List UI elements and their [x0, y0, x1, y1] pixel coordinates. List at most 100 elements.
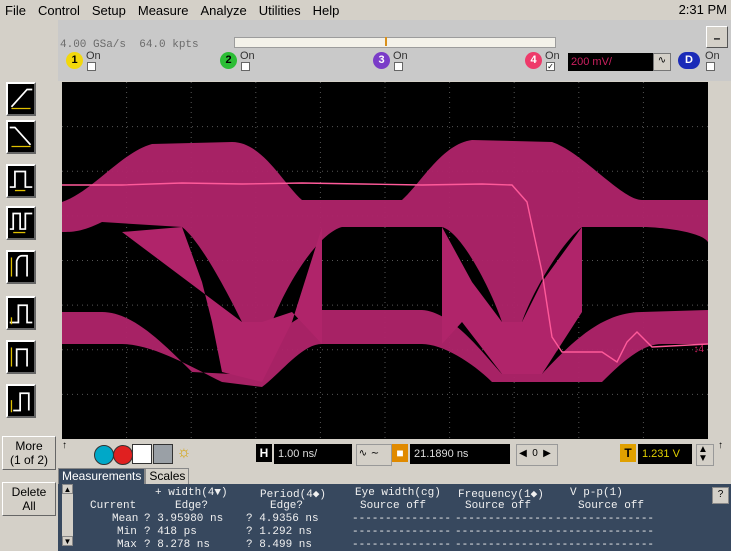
- more-button[interactable]: More (1 of 2): [2, 436, 56, 470]
- rise-time-icon[interactable]: [6, 82, 36, 116]
- position-stepper[interactable]: ◀ 0 ▶: [516, 444, 558, 466]
- fine-icon[interactable]: ∿: [357, 445, 369, 465]
- mean-vpp: ---------------: [555, 513, 655, 525]
- min-period: ? 1.292 ns: [246, 526, 313, 538]
- marker-up-icon[interactable]: ↑: [62, 440, 67, 451]
- timebase-bar: ↑ ☼ H 1.00 ns/ ∿ ∼ ■ 21.1890 ns ◀ 0 ▶ T 1.2…: [58, 440, 731, 468]
- max-period: ? 8.499 ns: [246, 539, 313, 551]
- channel-3-state: On: [393, 50, 408, 62]
- subheader-vpp: Source off: [578, 500, 645, 512]
- channel-3-checkbox[interactable]: [394, 62, 403, 71]
- pulse-base-icon[interactable]: [6, 296, 36, 330]
- coarse-icon[interactable]: ∼: [369, 445, 381, 465]
- trigger-level-stepper[interactable]: ▲ ▼: [696, 444, 714, 466]
- scale-adjust[interactable]: ∿ ∼: [356, 444, 392, 466]
- menu-bar: File Control Setup Measure Analyze Utili…: [0, 0, 731, 21]
- menu-measure[interactable]: Measure: [132, 3, 195, 18]
- waveform-display[interactable]: ↕4: [62, 82, 709, 439]
- measurement-tabs: Measurements Scales: [58, 468, 190, 484]
- eye-diagram: [62, 82, 709, 439]
- digital-checkbox[interactable]: [706, 62, 715, 71]
- subheader-frequency: Source off: [465, 500, 532, 512]
- header-vpp: V p-p(1): [570, 487, 623, 499]
- trigger-position-icon: ■: [392, 444, 408, 462]
- header-frequency: Frequency(1◆): [458, 489, 544, 501]
- subheader-plus-width: Edge?: [175, 500, 209, 512]
- scroll-up-arrow[interactable]: ▲: [62, 484, 73, 494]
- menu-control[interactable]: Control: [32, 3, 86, 18]
- more-sub-label: (1 of 2): [9, 453, 48, 467]
- channel-4-checkbox[interactable]: ✓: [546, 62, 555, 71]
- row-label-max: Max: [117, 539, 137, 551]
- tab-measurements[interactable]: Measurements: [58, 468, 146, 484]
- pulse-top-icon[interactable]: [6, 340, 36, 374]
- scroll-down-arrow[interactable]: ▼: [62, 536, 73, 546]
- positive-width-icon[interactable]: [6, 164, 36, 198]
- channel-2-checkbox[interactable]: [241, 62, 250, 71]
- mean-eye-width: ---------------: [352, 513, 452, 525]
- row-label-mean: Mean: [112, 513, 139, 525]
- menu-file[interactable]: File: [0, 3, 32, 18]
- tab-scales[interactable]: Scales: [145, 468, 190, 484]
- mean-period: ? 4.9356 ns: [246, 513, 319, 525]
- channel-1-icon: 1: [66, 52, 83, 69]
- minimize-button[interactable]: –: [706, 26, 728, 48]
- coupling-icon[interactable]: ∿: [653, 53, 671, 71]
- run-button-icon[interactable]: [94, 445, 114, 465]
- graticule: [62, 82, 708, 439]
- header-plus-width: + width(4▼): [155, 487, 228, 499]
- measurement-toolbar: More (1 of 2) Delete All: [0, 20, 58, 551]
- header-period: Period(4◆): [260, 489, 327, 501]
- channel-4-icon: 4: [525, 52, 542, 69]
- menu-utilities[interactable]: Utilities: [253, 3, 307, 18]
- autoscale-icon[interactable]: ☼: [174, 444, 194, 464]
- single-button-icon[interactable]: [132, 444, 152, 464]
- horizontal-scale-field[interactable]: 1.00 ns/: [274, 444, 352, 464]
- subheader-eye-width: Source off: [360, 500, 427, 512]
- channel-1-checkbox[interactable]: [87, 62, 96, 71]
- max-frequency: ---------------: [455, 539, 555, 551]
- channel-1-state: On: [86, 50, 101, 62]
- eye-trace-band-bottom: [62, 310, 708, 387]
- trigger-down-arrow[interactable]: ▼: [697, 454, 709, 464]
- horizontal-position-bar[interactable]: [234, 37, 556, 48]
- channel-3-icon: 3: [373, 52, 390, 69]
- fall-time-icon[interactable]: [6, 120, 36, 154]
- more-label: More: [15, 439, 43, 453]
- channel-header: 4.00 GSa/s 64.0 kpts – 1 On 2 On 3 On 4 …: [58, 20, 731, 81]
- horizontal-position-field[interactable]: 21.1890 ns: [410, 444, 510, 464]
- trigger-marker-icon[interactable]: ↑: [718, 440, 723, 451]
- position-right-arrow[interactable]: ▶: [541, 445, 553, 465]
- help-question-button[interactable]: ?: [712, 487, 729, 504]
- mean-plus-width: ? 3.95980 ns: [144, 513, 224, 525]
- max-plus-width: ? 8.278 ns: [144, 539, 211, 551]
- channel-2-state: On: [240, 50, 255, 62]
- max-eye-width: ---------------: [352, 539, 452, 551]
- trigger-icon: T: [620, 444, 636, 462]
- min-vpp: ---------------: [555, 526, 655, 538]
- stop-button-icon[interactable]: [113, 445, 133, 465]
- acquisition-info: 4.00 GSa/s 64.0 kpts: [60, 39, 199, 51]
- pulse-fall-icon[interactable]: [6, 384, 36, 418]
- menu-analyze[interactable]: Analyze: [194, 3, 252, 18]
- position-zero[interactable]: 0: [529, 445, 541, 465]
- menu-help[interactable]: Help: [307, 3, 346, 18]
- min-eye-width: ---------------: [352, 526, 452, 538]
- delete-sub-label: All: [22, 499, 36, 513]
- menu-setup[interactable]: Setup: [86, 3, 132, 18]
- trigger-level-field[interactable]: 1.231 V: [638, 444, 692, 464]
- print-icon[interactable]: [153, 444, 173, 464]
- mean-frequency: ---------------: [455, 513, 555, 525]
- subheader-period: Edge?: [270, 500, 304, 512]
- delete-all-button[interactable]: Delete All: [2, 482, 56, 516]
- measurement-scrollbar[interactable]: ▲ ▼: [62, 484, 73, 546]
- position-left-arrow[interactable]: ◀: [517, 445, 529, 465]
- min-plus-width: ? 418 ps: [144, 526, 197, 538]
- period-icon[interactable]: [6, 206, 36, 240]
- pulse-rise-icon[interactable]: [6, 250, 36, 284]
- channel-4-scale[interactable]: 200 mV/: [568, 53, 653, 71]
- channel-4-reference-marker[interactable]: ↕4: [693, 344, 704, 355]
- channel-2-icon: 2: [220, 52, 237, 69]
- row-label-current: Current: [90, 500, 137, 512]
- position-marker[interactable]: [385, 37, 387, 46]
